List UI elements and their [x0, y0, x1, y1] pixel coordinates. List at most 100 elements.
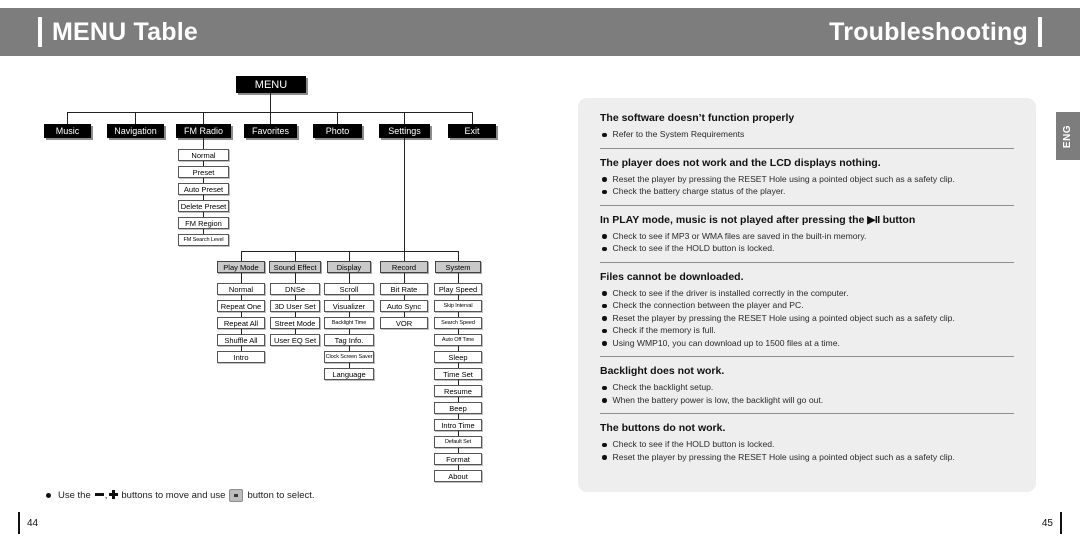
manual-spread: MENU Table Troubleshooting ENG MENU Musi…: [0, 0, 1080, 540]
connector: [135, 112, 136, 124]
troubleshooting-heading: In PLAY mode, music is not played after …: [600, 214, 1014, 227]
tree-leaf-fm-search-level: FM Search Level: [178, 234, 229, 246]
footer-note-middle: buttons to move and use: [121, 489, 226, 501]
troubleshooting-item: Check to see if the HOLD button is locke…: [602, 243, 1014, 255]
connector: [203, 112, 204, 124]
connector: [241, 273, 242, 283]
connector: [295, 251, 296, 261]
troubleshooting-group: The software doesn’t function properly R…: [600, 112, 1014, 141]
troubleshooting-item-text: Check the battery charge status of the p…: [612, 186, 786, 196]
bullet-icon: [602, 328, 607, 333]
header-bar: MENU Table Troubleshooting: [0, 8, 1080, 56]
tree-node-favorites: Favorites: [244, 124, 297, 138]
bullet-icon: [602, 303, 607, 308]
divider: [600, 413, 1014, 414]
page-title-right: Troubleshooting: [829, 18, 1028, 46]
page-marker-icon: [1060, 512, 1062, 534]
tree-leaf-fm-region: FM Region: [178, 217, 229, 229]
tree-leaf-fm-auto-preset: Auto Preset: [178, 183, 229, 195]
connector: [404, 112, 405, 124]
tree-node-system: System: [435, 261, 481, 273]
bullet-icon: [602, 246, 607, 251]
tree-leaf-vor: VOR: [380, 317, 428, 329]
bullet-icon: [602, 455, 607, 460]
troubleshooting-heading: The software doesn’t function properly: [600, 112, 795, 124]
troubleshooting-item-text: Check to see if the HOLD button is locke…: [612, 243, 775, 253]
bullet-icon: [602, 442, 607, 447]
troubleshooting-item: Refer to the System Requirements: [602, 129, 1014, 141]
bullet-icon: [602, 132, 607, 137]
tree-leaf-fm-preset: Preset: [178, 166, 229, 178]
troubleshooting-item-text: Check the connection between the player …: [612, 300, 804, 310]
troubleshooting-heading: The player does not work and the LCD dis…: [600, 156, 881, 169]
tree-leaf-intro-time: Intro Time: [434, 419, 482, 431]
tree-leaf-fm-normal: Normal: [178, 149, 229, 161]
troubleshooting-item: Reset the player by pressing the RESET H…: [602, 313, 1014, 325]
tree-leaf-bit-rate: Bit Rate: [380, 283, 428, 295]
connector: [241, 251, 459, 252]
bullet-icon: [602, 398, 607, 403]
tree-node-root: MENU: [236, 76, 306, 93]
troubleshooting-item: Check the battery charge status of the p…: [602, 186, 1014, 198]
troubleshooting-heading-pre: In PLAY mode, music is not played after …: [600, 213, 865, 226]
troubleshooting-item: When the battery power is low, the backl…: [602, 395, 1014, 407]
troubleshooting-item-text: Using WMP10, you can download up to 1500…: [612, 337, 840, 348]
tree-leaf-auto-off-time: Auto Off Time: [434, 334, 482, 346]
header-left: MENU Table: [38, 14, 198, 50]
bullet-icon: [602, 316, 607, 321]
connector: [270, 112, 271, 124]
tree-leaf-format: Format: [434, 453, 482, 465]
divider: [600, 204, 1014, 206]
connector: [67, 112, 68, 124]
bullet-icon: [602, 385, 607, 390]
tree-leaf-play-repeat-all: Repeat All: [217, 317, 265, 329]
tree-leaf-backlight-time: Backlight Time: [324, 317, 374, 329]
tree-leaf-play-speed: Play Speed: [434, 283, 482, 295]
tree-node-settings: Settings: [379, 124, 430, 138]
troubleshooting-item-text: When the battery power is low, the backl…: [612, 394, 824, 405]
connector: [458, 251, 459, 261]
troubleshooting-item: Check to see if MP3 or WMA files are sav…: [602, 231, 1014, 243]
troubleshooting-item: Check if the memory is full.: [602, 325, 1014, 337]
tree-leaf-about: About: [434, 470, 482, 482]
bullet-icon: [602, 177, 607, 182]
select-button-icon: [229, 488, 244, 502]
divider: [600, 261, 1014, 263]
tree-leaf-play-repeat-one: Repeat One: [217, 300, 265, 312]
page-number-left: 44: [18, 512, 38, 534]
bullet-icon: [46, 492, 51, 498]
troubleshooting-item-text: Check to see if the HOLD button is locke…: [612, 439, 775, 449]
troubleshooting-item: Check the backlight setup.: [602, 382, 1014, 394]
troubleshooting-heading: Files cannot be downloaded.: [600, 270, 744, 283]
connector: [404, 138, 405, 251]
troubleshooting-item: Using WMP10, you can download up to 1500…: [602, 338, 1014, 350]
troubleshooting-item: Reset the player by pressing the RESET H…: [602, 452, 1014, 464]
troubleshooting-item: Check to see if the driver is installed …: [602, 288, 1014, 300]
tree-leaf-tag-info: Tag Info.: [324, 334, 374, 346]
troubleshooting-item-text: Reset the player by pressing the RESET H…: [612, 312, 955, 323]
connector: [295, 273, 296, 283]
troubleshooting-group: In PLAY mode, music is not played after …: [600, 214, 1014, 255]
menu-tree-diagram: MENU Music Navigation FM Radio Favorites…: [0, 56, 560, 526]
tree-leaf-dnse: DNSe: [270, 283, 320, 295]
tree-leaf-fm-delete-preset: Delete Preset: [178, 200, 229, 212]
tree-leaf-clock-screen-saver: Clock Screen Saver: [324, 351, 374, 363]
tree-leaf-beep: Beep: [434, 402, 482, 414]
connector: [337, 112, 338, 124]
troubleshooting-item-text: Refer to the System Requirements: [612, 129, 745, 139]
page-marker-icon: [18, 512, 20, 534]
tree-node-music: Music: [44, 124, 91, 138]
connector: [472, 112, 473, 124]
tree-leaf-search-speed: Search Speed: [434, 317, 482, 329]
tree-leaf-3d-user-set: 3D User Set: [270, 300, 320, 312]
page-number-right-value: 45: [1041, 517, 1053, 529]
footer-note: Use the , buttons to move and use button…: [46, 487, 466, 503]
divider: [600, 356, 1014, 357]
troubleshooting-group: The player does not work and the LCD dis…: [600, 157, 1014, 198]
tree-leaf-default-set: Default Set: [434, 436, 482, 448]
troubleshooting-item: Reset the player by pressing the RESET H…: [602, 174, 1014, 186]
tree-node-play-mode: Play Mode: [217, 261, 265, 273]
connector: [203, 138, 204, 149]
troubleshooting-panel: The software doesn’t function properly R…: [578, 98, 1036, 492]
accent-bar-icon: [1038, 17, 1042, 47]
